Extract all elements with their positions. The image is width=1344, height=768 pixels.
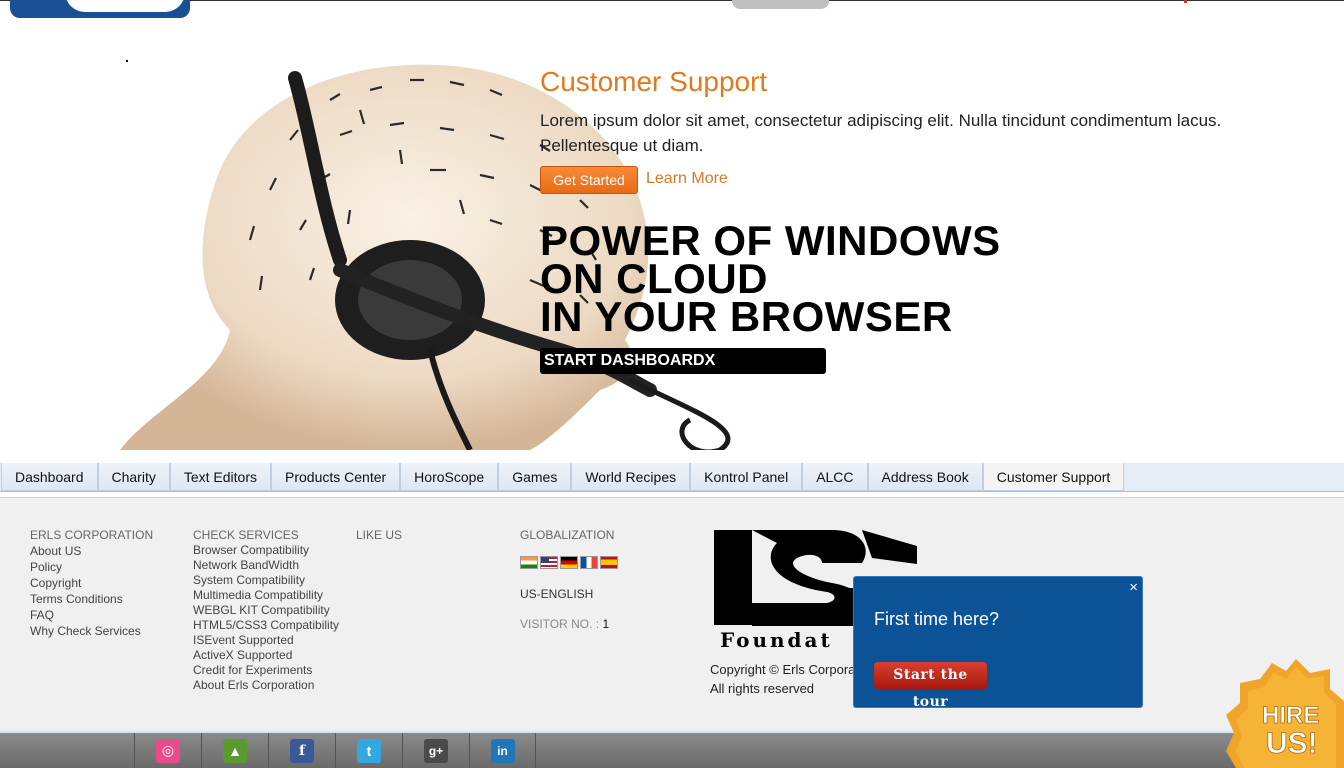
top-border	[0, 0, 1344, 1]
tab-world-recipes[interactable]: World Recipes	[571, 463, 691, 491]
spain-flag-icon[interactable]	[600, 556, 618, 569]
visitor-counter: VISITOR NO. : 1	[520, 617, 618, 631]
tab-text-editors[interactable]: Text Editors	[169, 463, 271, 491]
footer-globalization-heading: GLOBALIZATION	[520, 528, 615, 542]
tab-alcc[interactable]: ALCC	[802, 463, 868, 491]
start-tour-button[interactable]: Start the tour	[874, 662, 987, 710]
service-link[interactable]: WEBGL KIT Compatibility	[193, 603, 339, 618]
hire-us-line-2: US!	[1266, 727, 1318, 760]
site-logo-partial[interactable]	[10, 0, 190, 18]
copyright-notice: Copyright © Erls Corpora All rights rese…	[710, 660, 855, 698]
service-link[interactable]: Multimedia Compatibility	[193, 588, 339, 603]
hero-banner: Customer Support Lorem ipsum dolor sit a…	[0, 30, 1344, 450]
social-bar: ◎ ▲ f t g+ in	[0, 731, 1344, 768]
footer-link-policy[interactable]: Policy	[30, 559, 153, 575]
service-link[interactable]: ActiveX Supported	[193, 648, 339, 663]
headline-line-3: IN YOUR BROWSER	[540, 293, 953, 340]
tab-products-center[interactable]: Products Center	[271, 463, 401, 491]
visitor-label: VISITOR NO. :	[520, 617, 600, 631]
visitor-count: 1	[602, 617, 610, 631]
service-link[interactable]: Browser Compatibility	[193, 543, 339, 558]
facebook-icon[interactable]: f	[290, 738, 314, 763]
tab-kontrol-panel[interactable]: Kontrol Panel	[690, 463, 803, 491]
close-icon[interactable]: ×	[1129, 579, 1138, 596]
footer-like-heading: LIKE US	[356, 528, 403, 542]
service-link[interactable]: HTML5/CSS3 Compatibility	[193, 618, 339, 633]
service-link[interactable]: ISEvent Supported	[193, 633, 339, 648]
footer-link-copyright[interactable]: Copyright	[30, 575, 153, 591]
tab-dashboard[interactable]: Dashboard	[1, 463, 98, 491]
forrst-icon[interactable]: ▲	[223, 738, 247, 763]
copyright-line-1: Copyright © Erls Corpora	[710, 662, 856, 677]
get-started-button[interactable]: Get Started	[540, 166, 638, 194]
service-link[interactable]: Network BandWidth	[193, 558, 339, 573]
tab-address-book[interactable]: Address Book	[867, 463, 983, 491]
germany-flag-icon[interactable]	[560, 556, 578, 569]
footer-services-heading: CHECK SERVICES	[193, 528, 299, 542]
twitter-icon[interactable]: t	[357, 738, 381, 763]
headline: POWER OF WINDOWS ON CLOUD IN YOUR BROWSE…	[540, 220, 1001, 340]
tab-charity[interactable]: Charity	[97, 463, 170, 491]
service-link[interactable]: Credit for Experiments	[193, 663, 339, 678]
usa-flag-icon[interactable]	[540, 556, 558, 569]
social-icons: ◎ ▲ f t g+ in	[134, 733, 536, 768]
footer-company-column: ERLS CORPORATION About US Policy Copyrig…	[30, 528, 153, 639]
footer-link-about[interactable]: About US	[30, 543, 153, 559]
hire-us-line-1: HIRE	[1262, 702, 1319, 729]
hero-title: Customer Support	[540, 66, 768, 97]
service-link[interactable]: About Erls Corporation	[193, 678, 339, 693]
footer-link-why[interactable]: Why Check Services	[30, 623, 153, 639]
footer-services-column: CHECK SERVICES Browser Compatibility Net…	[193, 528, 339, 693]
tab-games[interactable]: Games	[498, 463, 572, 491]
france-flag-icon[interactable]	[580, 556, 598, 569]
top-marker	[1184, 0, 1187, 3]
logo-text: Foundat	[720, 628, 833, 650]
start-dashboard-button[interactable]: START DASHBOARDX	[540, 348, 826, 374]
tab-customer-support[interactable]: Customer Support	[982, 463, 1125, 491]
googleplus-icon[interactable]: g+	[424, 738, 448, 763]
footer-link-faq[interactable]: FAQ	[30, 607, 153, 623]
copyright-line-2: All rights reserved	[710, 681, 815, 696]
hire-us-badge[interactable]: HIRE US!	[1226, 659, 1344, 768]
learn-more-link[interactable]: Learn More	[646, 170, 728, 188]
linkedin-icon[interactable]: in	[490, 738, 515, 763]
popup-question: First time here?	[874, 609, 1000, 629]
tab-horoscope[interactable]: HoroScope	[400, 463, 499, 491]
footer-link-terms[interactable]: Terms Conditions	[30, 591, 153, 607]
first-time-popup: × First time here? Start the tour	[853, 576, 1143, 710]
india-flag-icon[interactable]	[520, 556, 538, 569]
footer-company-heading: ERLS CORPORATION	[30, 528, 154, 542]
main-nav: Dashboard Charity Text Editors Products …	[0, 463, 1344, 492]
language-flags	[520, 556, 618, 569]
hero-description: Lorem ipsum dolor sit amet, consectetur …	[540, 111, 1222, 155]
footer-globalization-column: GLOBALIZATION US-ENGLISH VISITOR NO. : 1	[520, 528, 618, 631]
service-link[interactable]: System Compatibility	[193, 573, 339, 588]
dribbble-icon[interactable]: ◎	[156, 738, 180, 763]
current-language: US-ENGLISH	[520, 587, 594, 601]
footer-like-column: LIKE US	[356, 528, 402, 543]
top-menu-tab[interactable]	[732, 0, 829, 9]
